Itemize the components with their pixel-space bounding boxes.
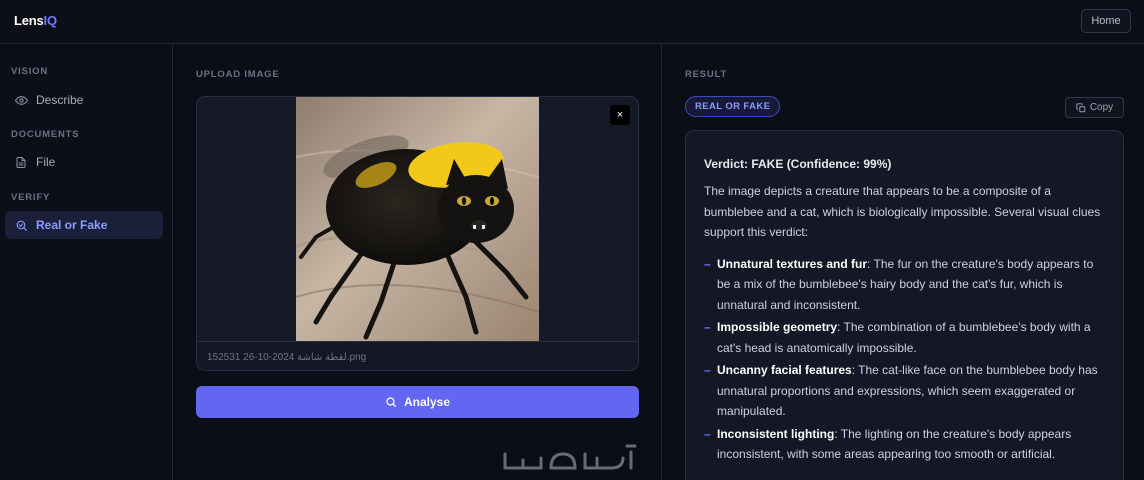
dash-bullet: – xyxy=(704,320,711,334)
clue-term: Uncanny facial features xyxy=(717,363,852,377)
copy-icon xyxy=(1076,102,1086,113)
analyse-button-label: Analyse xyxy=(403,395,451,409)
eye-icon xyxy=(14,93,28,107)
brand-name-suffix: IQ xyxy=(43,13,58,28)
watermark-logo xyxy=(501,436,641,476)
sidebar: VISION Describe DOCUMENTS File VERIFY Re… xyxy=(0,44,173,480)
copy-button[interactable]: Copy xyxy=(1065,97,1124,118)
file-name-bar: لقطة شاشة 2024-10-26 152531.png xyxy=(197,341,638,370)
search-icon xyxy=(385,396,397,408)
sidebar-item-label: Describe xyxy=(36,93,84,107)
result-heading: RESULT xyxy=(685,69,728,80)
sidebar-item-describe[interactable]: Describe xyxy=(5,86,163,114)
result-card: Verdict: FAKE (Confidence: 99%) The imag… xyxy=(685,130,1124,480)
clue-term: Impossible geometry xyxy=(717,320,838,334)
dash-bullet: – xyxy=(704,256,711,271)
list-item: – Inconsistent lighting: The lighting on … xyxy=(704,424,1105,465)
dash-bullet: – xyxy=(704,363,711,377)
home-button[interactable]: Home xyxy=(1081,9,1131,33)
sidebar-item-label: Real or Fake xyxy=(36,218,108,232)
clue-term: Inconsistent lighting xyxy=(717,426,835,441)
verdict-text: Verdict: FAKE (Confidence: 99%) xyxy=(704,157,892,171)
uploaded-image xyxy=(296,97,539,341)
copy-button-label: Copy xyxy=(1089,102,1114,113)
mode-badge: REAL OR FAKE xyxy=(685,96,781,117)
list-item: – Unnatural textures and fur: The fur on … xyxy=(704,254,1105,316)
analyse-button[interactable]: Analyse xyxy=(196,386,639,418)
remove-image-button[interactable]: × xyxy=(610,105,630,125)
file-name: لقطة شاشة 2024-10-26 152531.png xyxy=(207,351,367,363)
clue-list: – Unnatural textures and fur: The fur on … xyxy=(704,254,1105,465)
sidebar-section-verify: VERIFY xyxy=(11,192,51,203)
clue-term: Unnatural textures and fur xyxy=(717,256,868,271)
upload-panel: UPLOAD IMAGE × لقطة شاشة 2024-10-26 1525… xyxy=(174,44,662,480)
sidebar-section-documents: DOCUMENTS xyxy=(11,129,80,140)
image-preview-card[interactable]: × لقطة شاشة 2024-10-26 152531.png xyxy=(196,96,639,371)
sidebar-item-label: File xyxy=(36,155,56,169)
list-item: – Uncanny facial features: The cat-like f… xyxy=(704,360,1105,422)
app-logo[interactable]: LensIQ xyxy=(14,13,57,28)
list-item: – Impossible geometry: The combination of… xyxy=(704,317,1105,358)
sidebar-section-vision: VISION xyxy=(11,66,49,77)
result-summary: The image depicts a creature that appear… xyxy=(704,184,1101,239)
sidebar-item-file[interactable]: File xyxy=(5,148,163,176)
top-bar: LensIQ Home xyxy=(0,0,1144,44)
brand-name-prefix: Lens xyxy=(14,13,44,28)
file-icon xyxy=(14,155,28,169)
sidebar-item-real-or-fake[interactable]: Real or Fake xyxy=(5,211,163,239)
dash-bullet: – xyxy=(704,426,711,441)
zoom-check-icon xyxy=(14,218,28,232)
result-panel: RESULT REAL OR FAKE Copy Verdict: FAKE (… xyxy=(663,44,1144,480)
upload-heading: UPLOAD IMAGE xyxy=(196,69,280,80)
